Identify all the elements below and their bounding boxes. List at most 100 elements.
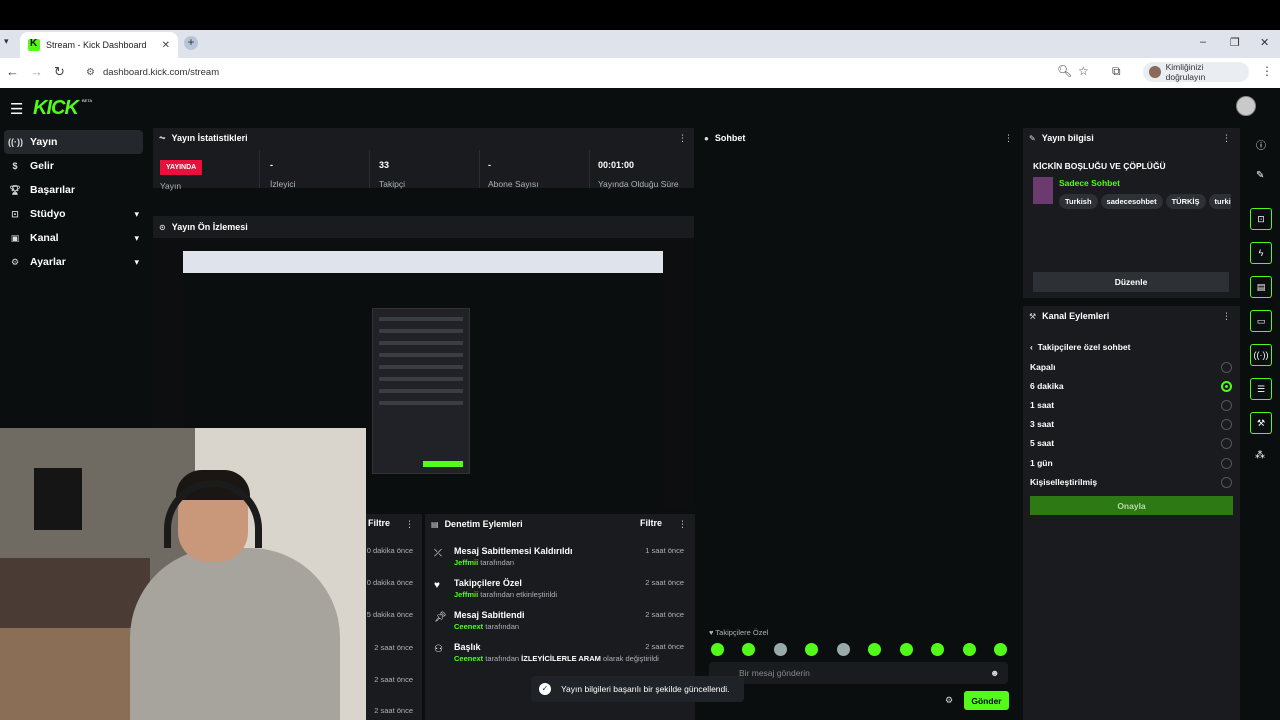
event-user[interactable]: Ceenext bbox=[454, 654, 483, 663]
stat-value: - bbox=[270, 160, 273, 170]
confirm-button[interactable]: Onayla bbox=[1030, 496, 1233, 515]
emote-icon[interactable] bbox=[963, 643, 976, 656]
profile-chip[interactable]: Kimliğinizi doğrulayın bbox=[1143, 62, 1249, 82]
site-info-icon[interactable]: ⚙ bbox=[86, 67, 95, 78]
emote-icon[interactable] bbox=[868, 643, 881, 656]
radio-option-label[interactable]: 1 gün bbox=[1030, 458, 1053, 468]
radio-1-saat[interactable] bbox=[1221, 400, 1232, 411]
emote-icon[interactable] bbox=[994, 643, 1007, 656]
stat-value: 00:01:00 bbox=[598, 160, 635, 170]
event-title: Mesaj Sabitlemesi Kaldırıldı bbox=[454, 546, 573, 556]
close-tab-icon[interactable]: ✕ bbox=[162, 40, 170, 51]
reload-icon[interactable]: ↻ bbox=[54, 64, 65, 80]
chrome-menu-icon[interactable]: ⋮ bbox=[1261, 64, 1273, 78]
radio-1-gun[interactable] bbox=[1221, 458, 1232, 469]
activity-menu-icon[interactable]: ⋮ bbox=[405, 519, 414, 530]
minimize-icon[interactable]: – bbox=[1200, 36, 1206, 48]
event-user[interactable]: Jeffmii bbox=[454, 558, 478, 567]
chat-message-input[interactable]: Bir mesaj gönderin bbox=[709, 662, 1008, 684]
kick-logo[interactable]: KICK bbox=[33, 97, 79, 120]
emote-icon[interactable] bbox=[742, 643, 755, 656]
radio-option-label[interactable]: 6 dakika bbox=[1030, 381, 1064, 391]
tv-image bbox=[34, 468, 82, 530]
quick-action-chat-icon[interactable]: ▭ bbox=[1250, 310, 1272, 332]
radio-option-label[interactable]: 5 saat bbox=[1030, 438, 1054, 448]
forward-icon[interactable]: → bbox=[30, 64, 43, 79]
emote-icon[interactable] bbox=[931, 643, 944, 656]
stat-caption: Yayın bbox=[160, 181, 182, 191]
menu-icon[interactable]: ☰ bbox=[10, 100, 23, 118]
radio-option-label[interactable]: Kişiselleştirilmiş bbox=[1030, 477, 1097, 487]
radio-option-label[interactable]: 1 saat bbox=[1030, 400, 1054, 410]
stream-category-link[interactable]: Sadece Sohbet bbox=[1059, 178, 1120, 188]
tag-chip[interactable]: sadecesohbet bbox=[1100, 194, 1163, 209]
emote-icon[interactable] bbox=[837, 643, 850, 656]
sidebar-item-studyo[interactable]: ⊡ Stüdyo ▾ bbox=[0, 202, 145, 226]
add-widget-icon[interactable]: ⁂ bbox=[1255, 450, 1265, 461]
moderation-menu-icon[interactable]: ⋮ bbox=[678, 519, 687, 530]
stat-followers: 33 Takipçi bbox=[370, 150, 480, 189]
event-title: Takipçilere Özel bbox=[454, 578, 522, 588]
chat-header: ● Sohbet bbox=[698, 128, 745, 148]
webcam-overlay bbox=[0, 428, 366, 720]
event-user[interactable]: Ceenext bbox=[454, 622, 483, 631]
stream-info-menu-icon[interactable]: ⋮ bbox=[1222, 133, 1231, 144]
radio-option-label[interactable]: Kapalı bbox=[1030, 362, 1056, 372]
activity-filter-button[interactable]: Filtre bbox=[368, 518, 390, 528]
moderation-event: ⤫ Mesaj Sabitlemesi Kaldırıldı Jeffmii t… bbox=[432, 546, 688, 576]
extensions-icon[interactable]: ⧉ bbox=[1112, 64, 1121, 79]
emote-icon[interactable] bbox=[711, 643, 724, 656]
quick-action-preview-icon[interactable]: ⊡ bbox=[1250, 208, 1272, 230]
chat-settings-gear-icon[interactable]: ⚙ bbox=[945, 695, 953, 706]
followers-only-back[interactable]: ‹ Takipçilere özel sohbet bbox=[1030, 342, 1130, 352]
tag-chip[interactable]: Turkish bbox=[1059, 194, 1098, 209]
chat-menu-icon[interactable]: ⋮ bbox=[1004, 133, 1013, 144]
restore-icon[interactable]: ❐ bbox=[1230, 36, 1240, 49]
bookmark-star-icon[interactable]: ☆ bbox=[1078, 64, 1089, 78]
emoji-icon[interactable]: ☻ bbox=[990, 668, 999, 678]
sidebar-item-label: Gelir bbox=[30, 160, 54, 172]
emote-icon[interactable] bbox=[900, 643, 913, 656]
radio-option-label[interactable]: 3 saat bbox=[1030, 419, 1054, 429]
pencil-icon[interactable]: ✎ bbox=[1256, 170, 1264, 181]
url-bar[interactable]: ⚙ dashboard.kick.com/stream bbox=[80, 62, 1132, 82]
zoom-icon[interactable]: 🔍︎ bbox=[1057, 64, 1072, 78]
info-icon[interactable]: ⓘ bbox=[1256, 137, 1266, 152]
new-tab-icon[interactable]: + bbox=[184, 36, 198, 50]
quick-action-list-icon[interactable]: ☰ bbox=[1250, 378, 1272, 400]
send-button[interactable]: Gönder bbox=[964, 691, 1009, 710]
tab-search-icon[interactable]: ▾ bbox=[4, 36, 9, 47]
radio-3-saat[interactable] bbox=[1221, 419, 1232, 430]
event-text: tarafından bbox=[480, 558, 515, 567]
moderation-filter-button[interactable]: Filtre bbox=[640, 518, 662, 528]
edit-stream-info-button[interactable]: Düzenle bbox=[1033, 272, 1229, 292]
window-close-icon[interactable]: ✕ bbox=[1260, 36, 1269, 49]
tag-chip[interactable]: TÜRKİŞ bbox=[1165, 194, 1206, 209]
radio-5-saat[interactable] bbox=[1221, 438, 1232, 449]
quick-action-broadcast-icon[interactable]: ((·)) bbox=[1250, 344, 1272, 366]
channel-actions-menu-icon[interactable]: ⋮ bbox=[1222, 311, 1231, 322]
quick-action-document-icon[interactable]: ▤ bbox=[1250, 276, 1272, 298]
event-user[interactable]: Jeffmii bbox=[454, 590, 478, 599]
sidebar-item-basarilar[interactable]: 🏆︎ Başarılar bbox=[0, 178, 145, 202]
radio-6-dakika[interactable] bbox=[1221, 381, 1232, 392]
sidebar-item-ayarlar[interactable]: ⚙ Ayarlar ▾ bbox=[0, 250, 145, 274]
radio-kapali[interactable] bbox=[1221, 362, 1232, 373]
quick-action-tool-icon[interactable]: ⚒ bbox=[1250, 412, 1272, 434]
sidebar-item-gelir[interactable]: $ Gelir bbox=[0, 154, 145, 178]
emote-icon[interactable] bbox=[774, 643, 787, 656]
url-text: dashboard.kick.com/stream bbox=[102, 66, 220, 78]
quick-action-lightning-icon[interactable]: ϟ bbox=[1250, 242, 1272, 264]
emote-icon[interactable] bbox=[805, 643, 818, 656]
sidebar-item-kanal[interactable]: ▣ Kanal ▾ bbox=[0, 226, 145, 250]
browser-tab[interactable]: Stream - Kick Dashboard ✕ bbox=[20, 32, 178, 58]
tag-chip[interactable]: turkiye bbox=[1208, 194, 1231, 209]
dollar-icon: $ bbox=[12, 161, 18, 171]
radio-kisisellestirilmis[interactable] bbox=[1221, 477, 1232, 488]
user-avatar[interactable] bbox=[1236, 96, 1256, 116]
activity-time: 5 dakika önce bbox=[366, 610, 413, 619]
stats-menu-icon[interactable]: ⋮ bbox=[678, 133, 687, 144]
back-icon[interactable]: ← bbox=[6, 64, 19, 79]
sidebar-item-yayin[interactable]: ((·)) Yayın bbox=[4, 130, 143, 154]
stream-info-header: ✎ Yayın bilgisi bbox=[1023, 128, 1094, 148]
